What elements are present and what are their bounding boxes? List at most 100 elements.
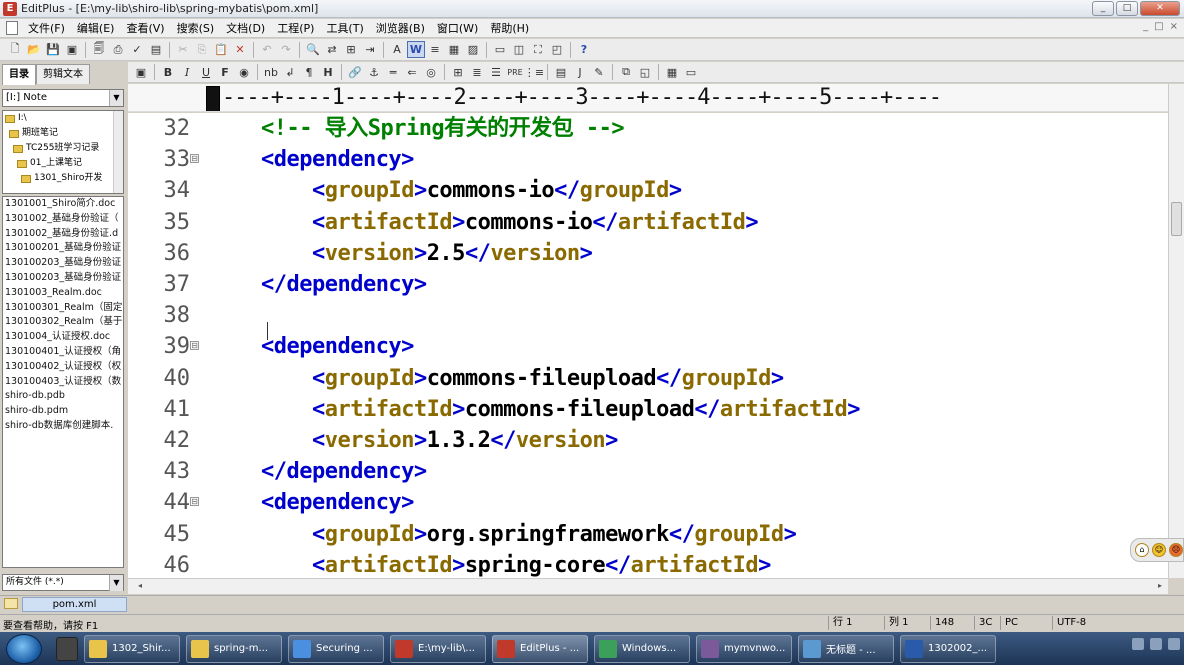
menu-tools[interactable]: 工具(T)	[320, 19, 369, 38]
menu-document[interactable]: 文档(D)	[220, 19, 271, 38]
list-item[interactable]: shiro-db.pdm	[3, 404, 123, 419]
save-icon[interactable]: 💾	[44, 41, 62, 58]
code-line[interactable]: 32 <!-- 导入Spring有关的开发包 -->	[128, 113, 1168, 144]
menu-browser[interactable]: 浏览器(B)	[370, 19, 431, 38]
list-item[interactable]: 1301002_基础身份验证（	[3, 212, 123, 227]
save-all-icon[interactable]: ▣	[63, 41, 81, 58]
list-item[interactable]: 130100203_基础身份验证	[3, 271, 123, 286]
bold-icon[interactable]: B	[159, 64, 177, 81]
word-wrap-icon[interactable]: W	[407, 41, 425, 58]
code-line[interactable]: 40 <groupId>commons-fileupload</groupId>	[128, 363, 1168, 394]
status-encoding[interactable]: UTF-8	[1052, 616, 1086, 630]
center-icon[interactable]: ≣	[468, 64, 486, 81]
pre-icon[interactable]: PRE	[506, 64, 524, 81]
hr-icon[interactable]: ═	[384, 64, 402, 81]
page-setup-icon[interactable]: ▤	[147, 41, 165, 58]
menu-help[interactable]: 帮助(H)	[484, 19, 535, 38]
list-icon[interactable]: ⋮≡	[524, 64, 544, 81]
fold-toggle-icon[interactable]: ⊟	[190, 341, 199, 351]
image-icon[interactable]: ◎	[422, 64, 440, 81]
heading-icon[interactable]: H	[319, 64, 337, 81]
code-line[interactable]: 46 <artifactId>spring-core</artifactId>	[128, 550, 1168, 578]
find-in-files-icon[interactable]: ⊞	[342, 41, 360, 58]
list-item[interactable]: 1301003_Realm.doc	[3, 286, 123, 301]
font-icon[interactable]: A	[388, 41, 406, 58]
tray-icon[interactable]	[1132, 638, 1144, 650]
replace-icon[interactable]: ⇄	[323, 41, 341, 58]
mdi-minimize-button[interactable]: _	[1143, 21, 1148, 32]
taskbar-item[interactable]: Windows...	[594, 634, 690, 663]
menu-search[interactable]: 搜索(S)	[171, 19, 221, 38]
home-icon[interactable]: ⌂	[1135, 543, 1149, 557]
css-icon[interactable]: ✎	[590, 64, 608, 81]
context-help-icon[interactable]: ?	[575, 41, 593, 58]
maximize-button[interactable]: □	[1116, 1, 1138, 16]
new-file-icon[interactable]: 🗋	[6, 41, 24, 58]
menu-edit[interactable]: 编辑(E)	[71, 19, 121, 38]
paste-icon[interactable]: 📋	[212, 41, 230, 58]
drive-select[interactable]: [I:] Note ▼	[2, 89, 124, 107]
menu-project[interactable]: 工程(P)	[271, 19, 320, 38]
code-line[interactable]: 36 <version>2.5</version>	[128, 238, 1168, 269]
italic-icon[interactable]: I	[178, 64, 196, 81]
form-icon[interactable]: ▤	[552, 64, 570, 81]
horizontal-scrollbar[interactable]: ◂ ▸	[128, 578, 1168, 594]
tree-scrollbar[interactable]	[113, 111, 123, 193]
list-item[interactable]: 130100401_认证授权（角	[3, 345, 123, 360]
tree-item[interactable]: 期班笔记	[3, 126, 123, 141]
redo-icon[interactable]: ↷	[277, 41, 295, 58]
taskbar-item[interactable]: 1302_Shir...	[84, 634, 180, 663]
emoji-icon[interactable]: ☹	[1169, 543, 1183, 557]
color-icon[interactable]: ◉	[235, 64, 253, 81]
mdi-close-button[interactable]: ×	[1170, 21, 1178, 32]
code-line[interactable]: 43 </dependency>	[128, 456, 1168, 487]
tab-cliptext[interactable]: 剪辑文本	[36, 64, 90, 84]
code-line[interactable]: 34 <groupId>commons-io</groupId>	[128, 175, 1168, 206]
delete-icon[interactable]: ✕	[231, 41, 249, 58]
floating-toolbar[interactable]: ⌂ ☺ ☹	[1130, 538, 1184, 562]
start-button[interactable]	[6, 633, 42, 664]
browser-icon[interactable]: ◰	[548, 41, 566, 58]
link-icon[interactable]: 🔗	[346, 64, 364, 81]
script-icon[interactable]: J	[571, 64, 589, 81]
menu-view[interactable]: 查看(V)	[120, 19, 170, 38]
list-item[interactable]: 1301001_Shiro简介.doc	[3, 197, 123, 212]
list-item[interactable]: 130100301_Realm（固定	[3, 301, 123, 316]
cut-icon[interactable]: ✂	[174, 41, 192, 58]
code-line[interactable]: 45 <groupId>org.springframework</groupId…	[128, 519, 1168, 550]
network-icon[interactable]	[1150, 638, 1162, 650]
ruler-icon[interactable]: ▦	[445, 41, 463, 58]
document-icon[interactable]	[6, 21, 18, 35]
taskbar-item[interactable]: EditPlus - ...	[492, 634, 588, 663]
frame-icon[interactable]: ⧉	[617, 64, 635, 81]
taskbar-item[interactable]: 1302002_...	[900, 634, 996, 663]
scroll-left-icon[interactable]: ◂	[138, 581, 142, 590]
preview-icon[interactable]: ◱	[636, 64, 654, 81]
editplus-app-icon[interactable]: E	[3, 1, 17, 16]
tree-item[interactable]: TC255班学习记录	[3, 141, 123, 156]
quicklaunch-icon[interactable]	[56, 636, 78, 661]
code-line[interactable]: 35 <artifactId>commons-io</artifactId>	[128, 207, 1168, 238]
line-number-icon[interactable]: ≡	[426, 41, 444, 58]
file-filter-select[interactable]: 所有文件 (*.*) ▼	[2, 574, 124, 591]
taskbar-item[interactable]: E:\my-lib\...	[390, 634, 486, 663]
underline-icon[interactable]: U	[197, 64, 215, 81]
chevron-down-icon[interactable]: ▼	[109, 90, 123, 106]
taskbar-item[interactable]: 无标题 - ...	[798, 634, 894, 663]
output-window-icon[interactable]: ▭	[491, 41, 509, 58]
directory-icon[interactable]: ▨	[464, 41, 482, 58]
code-line[interactable]: 39 ⊟ <dependency>	[128, 331, 1168, 362]
list-item[interactable]: 1301002_基础身份验证.d	[3, 227, 123, 242]
tree-item[interactable]: 1301_Shiro开发	[3, 171, 123, 186]
vertical-scrollbar[interactable]	[1168, 84, 1184, 578]
list-item[interactable]: 130100402_认证授权（权	[3, 360, 123, 375]
code-line[interactable]: 41 <artifactId>commons-fileupload</artif…	[128, 394, 1168, 425]
folder-tree[interactable]: I:\ 期班笔记 TC255班学习记录 01_上课笔记 1301_Shiro开发	[2, 110, 124, 194]
list-item[interactable]: 1301004_认证授权.doc	[3, 330, 123, 345]
paragraph-icon[interactable]: ¶	[300, 64, 318, 81]
list-item[interactable]: 130100302_Realm（基于	[3, 315, 123, 330]
list-item[interactable]: shiro-db数据库创建脚本.	[3, 419, 123, 434]
close-button[interactable]: ✕	[1140, 1, 1180, 16]
taskbar-item[interactable]: mymvnwo...	[696, 634, 792, 663]
minimize-button[interactable]: _	[1092, 1, 1114, 16]
